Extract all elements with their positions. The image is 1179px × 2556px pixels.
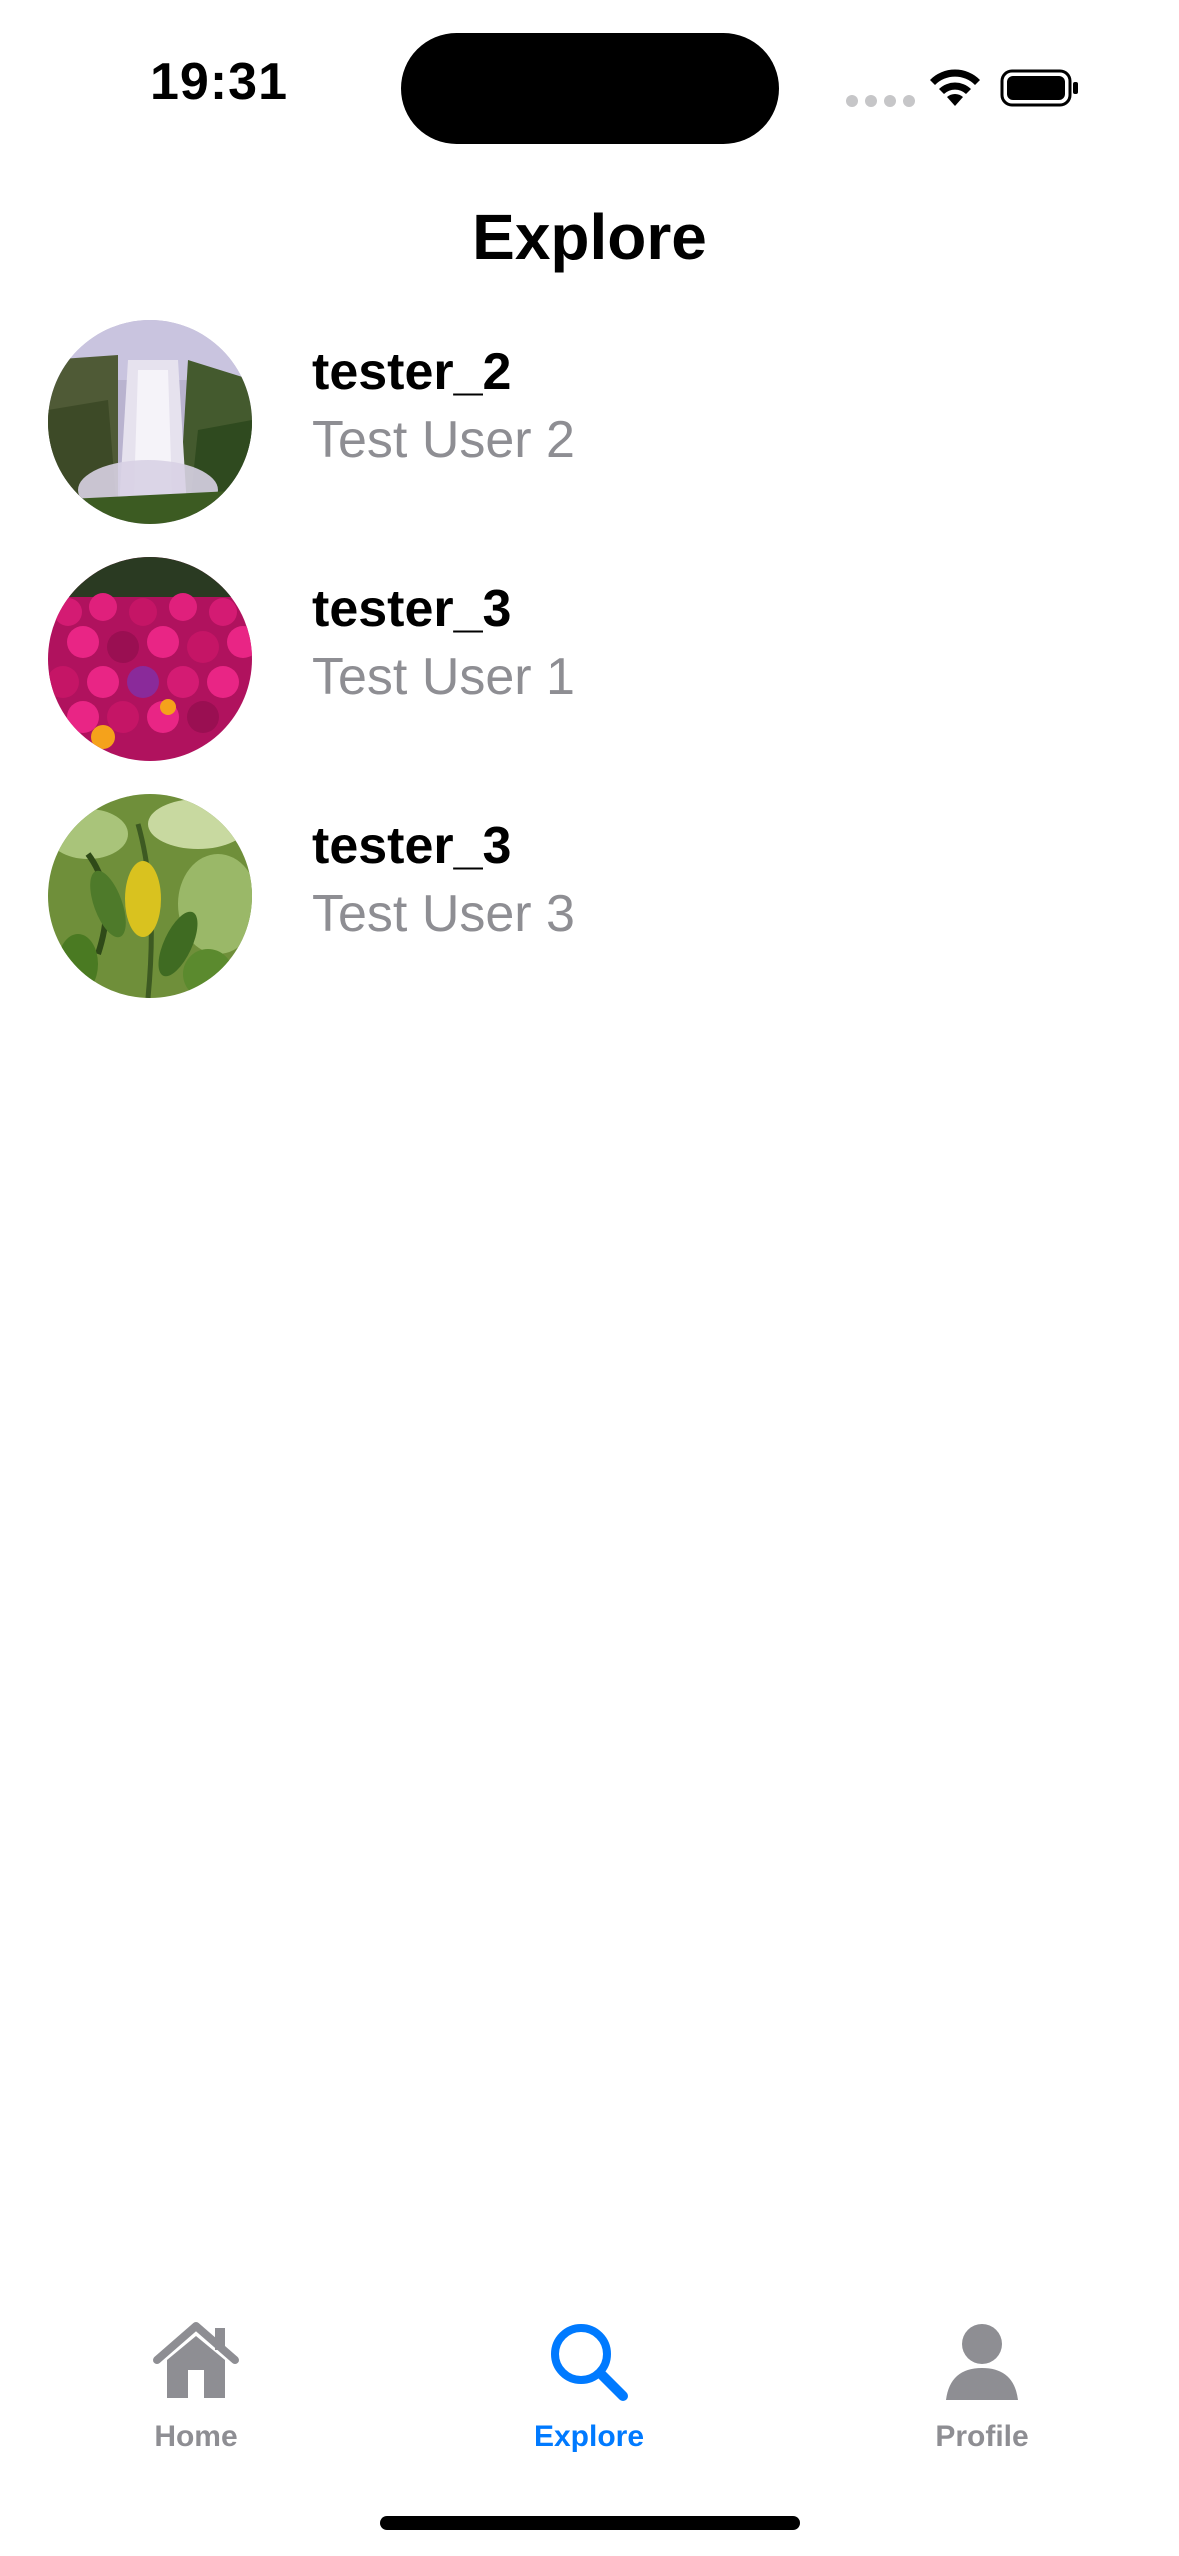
tab-bar: Home Explore Profile bbox=[0, 2300, 1179, 2480]
person-icon bbox=[946, 2324, 1018, 2400]
tab-home[interactable]: Home bbox=[96, 2320, 296, 2454]
wifi-icon bbox=[930, 69, 980, 106]
username: tester_2 bbox=[312, 343, 512, 401]
tab-explore-label: Explore bbox=[533, 2420, 645, 2453]
status-bar: 19:31 bbox=[0, 0, 1179, 160]
user-list: tester_2 Test User 2 tester_3 Test User … bbox=[0, 318, 1179, 1029]
tab-explore[interactable]: Explore bbox=[489, 2320, 689, 2454]
page-title: Explore bbox=[472, 201, 707, 273]
battery-icon bbox=[1000, 69, 1078, 107]
cellular-signal-icon bbox=[846, 95, 915, 107]
user-row[interactable]: tester_3 Test User 1 bbox=[0, 555, 1179, 792]
tab-profile[interactable]: Profile bbox=[882, 2320, 1082, 2454]
tab-home-label: Home bbox=[154, 2420, 238, 2453]
user-full-name: Test User 1 bbox=[312, 648, 575, 706]
username: tester_3 bbox=[312, 817, 512, 875]
user-full-name: Test User 2 bbox=[312, 411, 575, 469]
avatar bbox=[48, 794, 252, 998]
status-time: 19:31 bbox=[150, 53, 288, 111]
tab-profile-label: Profile bbox=[935, 2420, 1029, 2453]
house-icon bbox=[153, 2322, 239, 2398]
search-icon bbox=[551, 2324, 628, 2401]
dynamic-island bbox=[401, 33, 779, 144]
home-indicator[interactable] bbox=[380, 2516, 800, 2530]
avatar bbox=[48, 557, 252, 761]
avatar bbox=[48, 320, 252, 524]
user-row[interactable]: tester_3 Test User 3 bbox=[0, 792, 1179, 1029]
username: tester_3 bbox=[312, 580, 512, 638]
user-row[interactable]: tester_2 Test User 2 bbox=[0, 318, 1179, 555]
user-full-name: Test User 3 bbox=[312, 885, 575, 943]
